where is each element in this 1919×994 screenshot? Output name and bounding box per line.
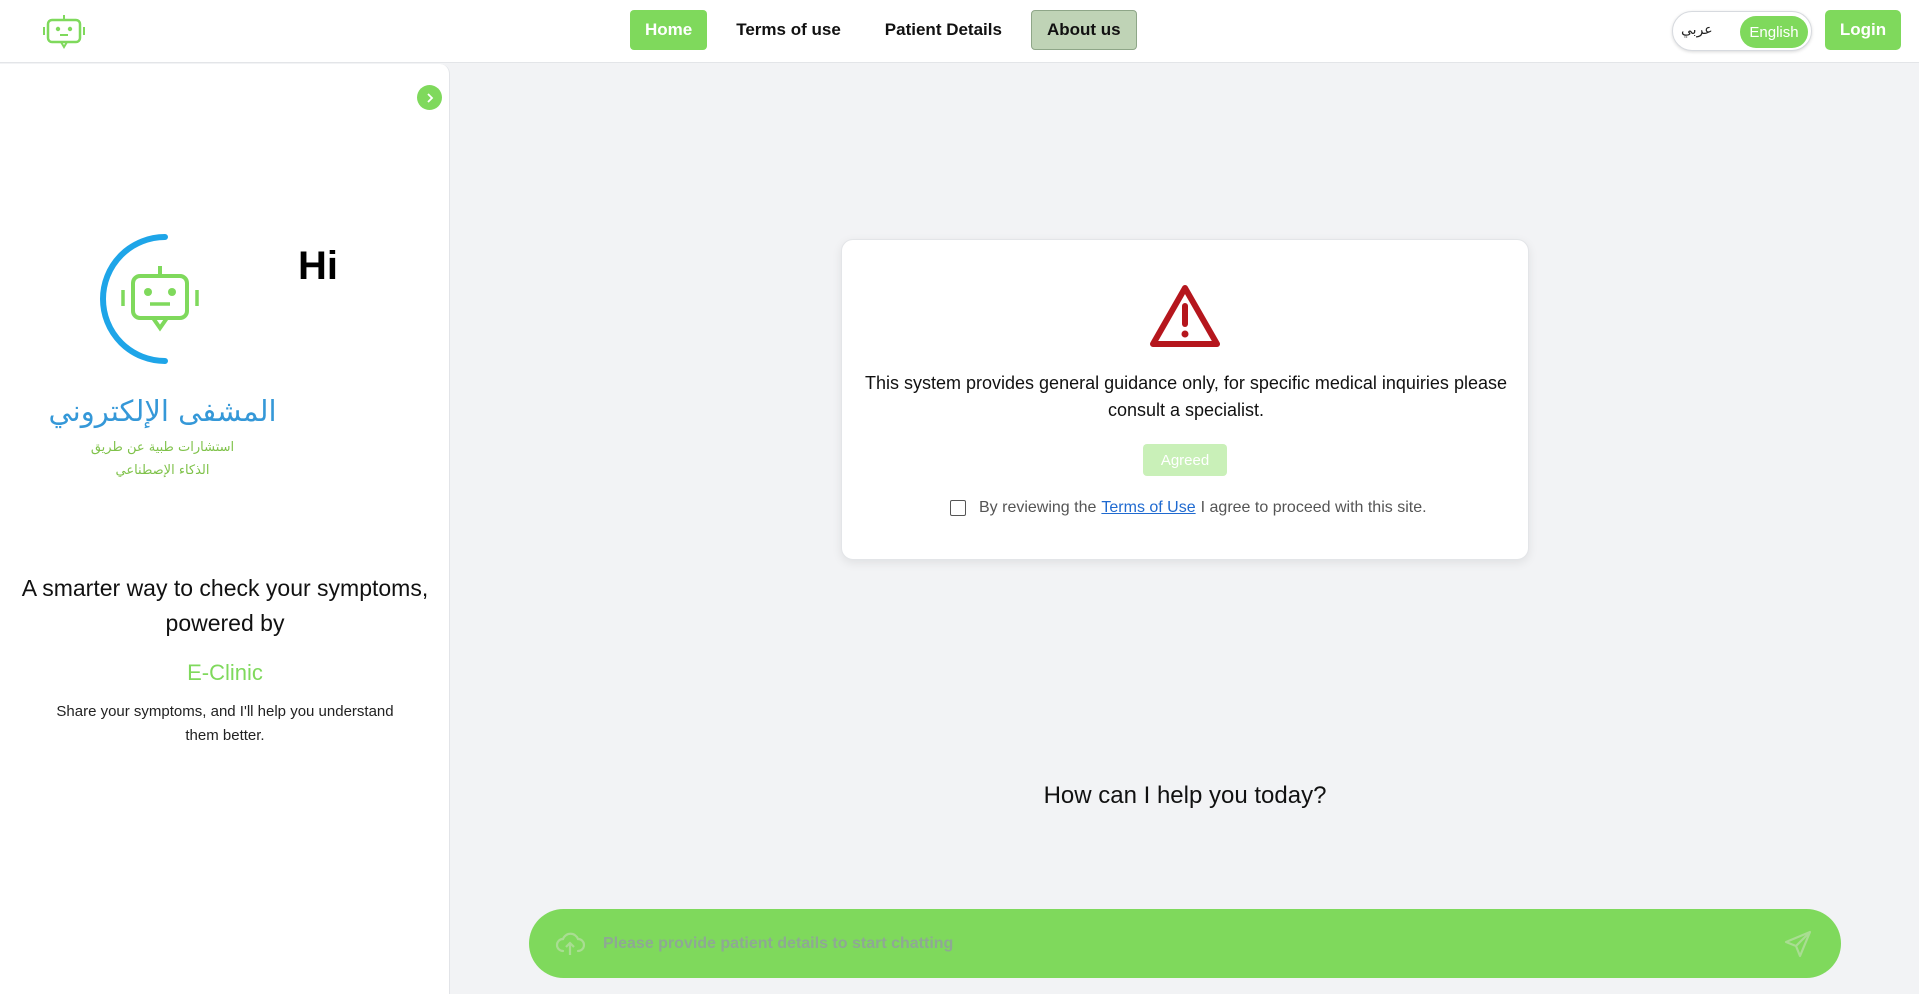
arabic-brand-subtitle: استشارات طبية عن طريق الذكاء الإصطناعي: [70, 436, 255, 482]
sidebar-collapse-button[interactable]: [417, 85, 442, 110]
agree-prefix-text: By reviewing the: [979, 499, 1097, 516]
sidebar-description: Share your symptoms, and I'll help you u…: [56, 703, 394, 744]
e-clinic-robot-logo-icon: [100, 234, 199, 364]
login-button[interactable]: Login: [1825, 10, 1901, 50]
tagline: A smarter way to check your symptoms, po…: [21, 575, 429, 636]
arabic-subtitle-line-2: الذكاء الإصطناعي: [115, 463, 210, 478]
terms-agreement-row: By reviewing the Terms of Use I agree to…: [950, 499, 1427, 517]
nav-patient-details[interactable]: Patient Details: [870, 10, 1017, 50]
terms-agree-checkbox[interactable]: [950, 500, 966, 516]
sidebar: Hi المشفى الإلكتروني استشارات طبية عن طر…: [0, 64, 450, 994]
chevron-right-icon: [426, 92, 433, 103]
chat-message-input[interactable]: [603, 932, 1753, 956]
language-english-option[interactable]: English: [1740, 16, 1808, 48]
terms-modal: This system provides general guidance on…: [841, 239, 1529, 560]
terms-of-use-link[interactable]: Terms of Use: [1101, 499, 1195, 517]
nav-about-us[interactable]: About us: [1030, 10, 1137, 50]
agreed-button[interactable]: Agreed: [1143, 444, 1227, 476]
nav-terms-of-use[interactable]: Terms of use: [721, 10, 856, 50]
help-prompt: How can I help you today?: [1043, 782, 1327, 809]
agree-suffix-text: I agree to proceed with this site.: [1200, 499, 1427, 516]
send-icon[interactable]: [1783, 929, 1813, 959]
top-navbar: Home Terms of use Patient Details About …: [0, 0, 1919, 63]
warning-triangle-icon: [1150, 285, 1220, 347]
robot-logo-icon[interactable]: [42, 12, 86, 50]
disclaimer-message: This system provides general guidance on…: [865, 373, 1507, 420]
arabic-brand-title: المشفى الإلكتروني: [48, 394, 277, 428]
arabic-subtitle-line-1: استشارات طبية عن طريق: [90, 440, 235, 455]
language-toggle[interactable]: عربي English: [1672, 11, 1812, 51]
greeting-text: Hi: [298, 244, 338, 288]
chat-input-bar: [529, 909, 1841, 978]
cloud-upload-icon[interactable]: [555, 931, 585, 957]
nav-home[interactable]: Home: [630, 10, 708, 50]
brand-name: E-Clinic: [187, 660, 263, 685]
language-arabic-option[interactable]: عربي: [1681, 22, 1713, 38]
main-nav: Home Terms of use Patient Details About …: [630, 10, 1151, 50]
